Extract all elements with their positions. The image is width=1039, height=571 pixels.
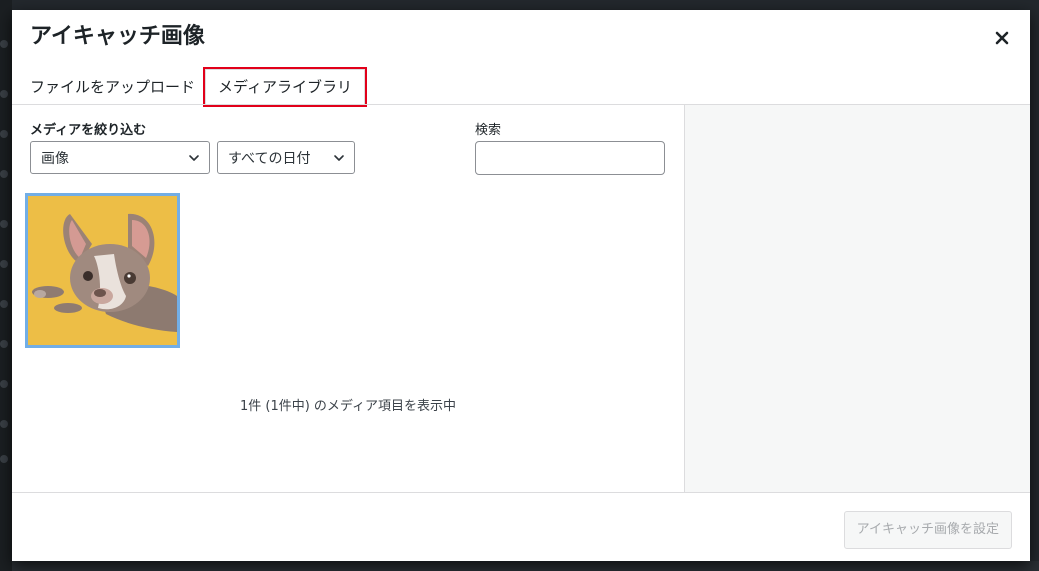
tab-upload-files[interactable]: ファイルをアップロード — [30, 70, 203, 104]
tab-media-library[interactable]: メディアライブラリ — [203, 67, 367, 107]
modal-footer: アイキャッチ画像を設定 — [12, 492, 1030, 561]
admin-sidebar-strip — [0, 0, 12, 571]
admin-menu-icon — [0, 420, 8, 428]
media-type-value: 画像 — [41, 150, 69, 167]
media-browser: メディアを絞り込む 検索 画像 すべての日付 1件 (1件中) のメディア項目を… — [12, 105, 684, 492]
date-filter-select[interactable]: すべての日付 — [217, 141, 355, 174]
media-type-select[interactable]: 画像 — [30, 141, 210, 174]
search-input[interactable] — [475, 141, 665, 175]
admin-menu-icon — [0, 40, 8, 48]
set-featured-image-button[interactable]: アイキャッチ画像を設定 — [843, 511, 1012, 549]
admin-menu-icon — [0, 455, 8, 463]
admin-menu-icon — [0, 130, 8, 138]
modal-title: アイキャッチ画像 — [30, 24, 205, 49]
search-label: 検索 — [475, 123, 502, 138]
close-icon — [995, 31, 1009, 45]
date-filter-value: すべての日付 — [228, 150, 311, 167]
admin-menu-icon — [0, 340, 8, 348]
dog-photo — [28, 196, 177, 345]
admin-menu-icon — [0, 260, 8, 268]
media-count-text: 1件 (1件中) のメディア項目を表示中 — [239, 399, 457, 414]
admin-menu-icon — [0, 220, 8, 228]
admin-menu-icon — [0, 90, 8, 98]
admin-menu-icon — [0, 300, 8, 308]
featured-image-modal: アイキャッチ画像 ファイルをアップロード メディアライブラリ メディアを絞り込む… — [12, 10, 1030, 561]
modal-tabs: ファイルをアップロード メディアライブラリ — [30, 67, 367, 107]
filter-label: メディアを絞り込む — [30, 123, 147, 138]
admin-menu-icon — [0, 380, 8, 388]
admin-bottom-bar — [12, 561, 1039, 571]
attachment-thumbnail[interactable] — [25, 193, 180, 348]
attachment-details-sidebar — [684, 105, 1030, 492]
close-button[interactable] — [988, 24, 1016, 52]
chevron-down-icon — [334, 154, 344, 161]
admin-menu-icon — [0, 170, 8, 178]
chevron-down-icon — [189, 154, 199, 161]
